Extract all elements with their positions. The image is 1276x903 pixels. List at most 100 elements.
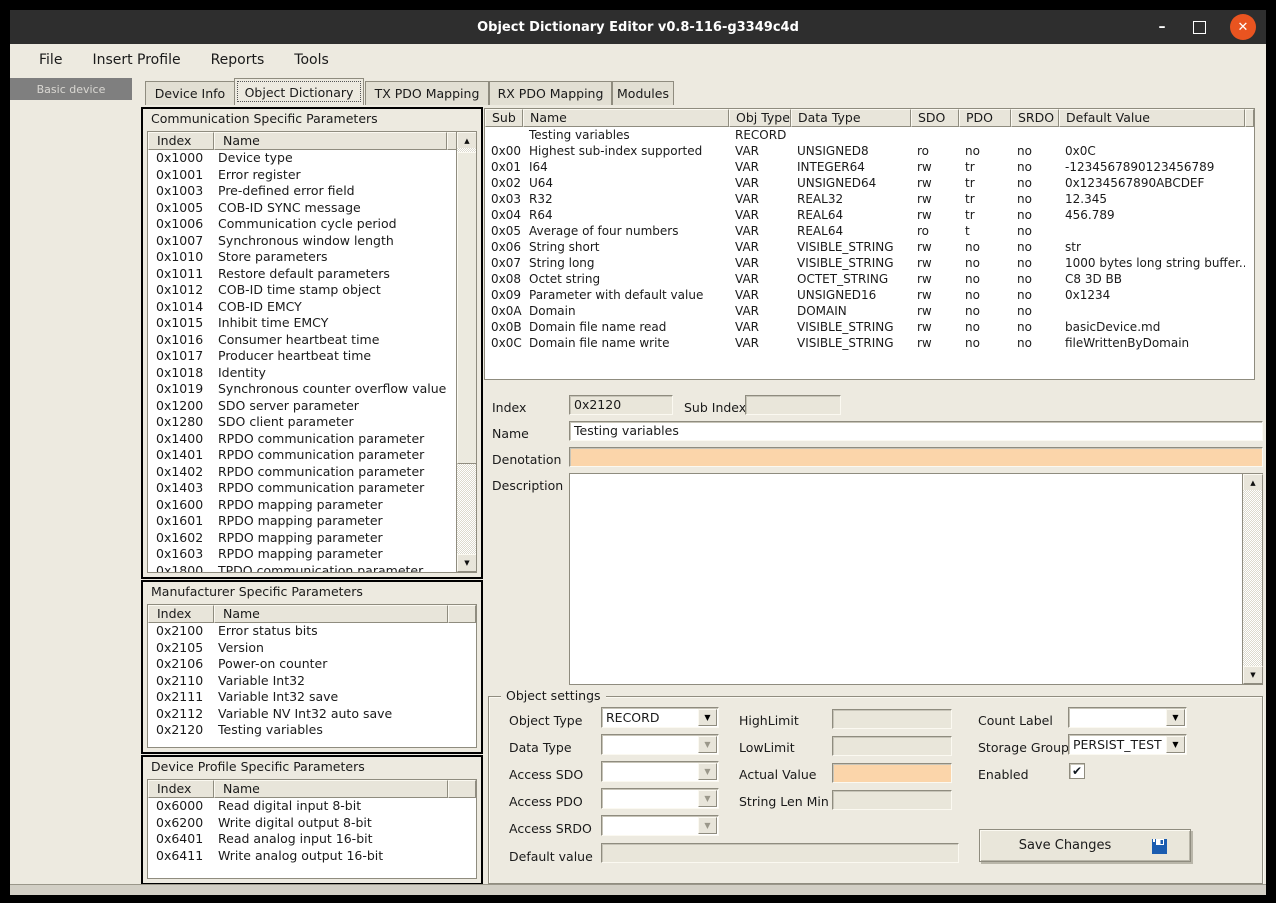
default-value-field[interactable] [601,843,959,863]
list-item[interactable]: 0x2111Variable Int32 save [148,689,476,706]
table-row[interactable]: 0x03R32VARREAL32rwtrno12.345 [485,191,1254,207]
access-srdo-combobox[interactable]: ▼ [601,815,719,836]
list-item[interactable]: 0x1603RPDO mapping parameter [148,546,457,563]
list-item[interactable]: 0x1014COB-ID EMCY [148,299,457,316]
chevron-down-icon[interactable]: ▼ [1166,736,1185,753]
table-row[interactable]: 0x02U64VARUNSIGNED64rwtrno0x1234567890AB… [485,175,1254,191]
list-item[interactable]: 0x1280SDO client parameter [148,414,457,431]
list-item[interactable]: 0x1016Consumer heartbeat time [148,332,457,349]
list-item[interactable]: 0x1011Restore default parameters [148,266,457,283]
table-row[interactable]: 0x07String longVARVISIBLE_STRINGrwnono10… [485,255,1254,271]
list-item[interactable]: 0x2106Power-on counter [148,656,476,673]
list-item[interactable]: 0x2112Variable NV Int32 auto save [148,706,476,723]
count-label-combobox[interactable]: ▼ [1068,707,1187,728]
list-item[interactable]: 0x2110Variable Int32 [148,673,476,690]
column-header-index[interactable]: Index [148,780,214,798]
description-scrollbar[interactable]: ▲ ▼ [1242,474,1262,684]
low-limit-field[interactable] [832,736,952,756]
table-row[interactable]: 0x0CDomain file name writeVARVISIBLE_STR… [485,335,1254,351]
list-item[interactable]: 0x2105Version [148,640,476,657]
column-header-sub[interactable]: Sub [485,109,523,127]
column-header-index[interactable]: Index [148,132,214,150]
list-item[interactable]: 0x1007Synchronous window length [148,233,457,250]
tab-object-dictionary[interactable]: Object Dictionary [234,78,364,105]
list-item[interactable]: 0x1010Store parameters [148,249,457,266]
list-item[interactable]: 0x1003Pre-defined error field [148,183,457,200]
enabled-checkbox[interactable]: ✔ [1069,763,1085,779]
list-item[interactable]: 0x1200SDO server parameter [148,398,457,415]
column-header-name[interactable]: Name [214,780,448,798]
list-item[interactable]: 0x6200Write digital output 8-bit [148,815,476,832]
list-item[interactable]: 0x1005COB-ID SYNC message [148,200,457,217]
list-item[interactable]: 0x1015Inhibit time EMCY [148,315,457,332]
list-item[interactable]: 0x2120Testing variables [148,722,476,739]
list-item[interactable]: 0x6401Read analog input 16-bit [148,831,476,848]
object-type-combobox[interactable]: RECORD ▼ [601,707,719,728]
list-item[interactable]: 0x1402RPDO communication parameter [148,464,457,481]
list-item[interactable]: 0x1400RPDO communication parameter [148,431,457,448]
sidebar-item-basic-device[interactable]: Basic device [10,78,132,100]
list-item[interactable]: 0x1601RPDO mapping parameter [148,513,457,530]
table-row[interactable]: 0x09Parameter with default valueVARUNSIG… [485,287,1254,303]
list-item[interactable]: 0x2100Error status bits [148,623,476,640]
storage-group-combobox[interactable]: PERSIST_TEST ▼ [1068,734,1187,755]
column-header-index[interactable]: Index [148,605,214,623]
close-icon[interactable]: ✕ [1230,14,1256,40]
table-row[interactable]: Testing variablesRECORD [485,127,1254,143]
list-item[interactable]: 0x1019Synchronous counter overflow value [148,381,457,398]
string-len-min-field[interactable] [832,790,952,810]
column-header-name[interactable]: Name [214,605,448,623]
table-row[interactable]: 0x08Octet stringVAROCTET_STRINGrwnonoC8 … [485,271,1254,287]
save-changes-button[interactable]: Save Changes [979,829,1191,862]
list-item[interactable]: 0x6000Read digital input 8-bit [148,798,476,815]
list-item[interactable]: 0x1006Communication cycle period [148,216,457,233]
column-header-data-type[interactable]: Data Type [791,109,911,127]
menu-file[interactable]: File [24,48,77,72]
menu-tools[interactable]: Tools [279,48,344,72]
subindex-field[interactable] [745,395,841,415]
table-row[interactable]: 0x0BDomain file name readVARVISIBLE_STRI… [485,319,1254,335]
column-header-default-value[interactable]: Default Value [1059,109,1245,127]
description-field[interactable]: ▲ ▼ [569,473,1263,685]
table-row[interactable]: 0x01I64VARINTEGER64rwtrno-12345678901234… [485,159,1254,175]
index-field[interactable]: 0x2120 [569,395,673,415]
table-row[interactable]: 0x04R64VARREAL64rwtrno456.789 [485,207,1254,223]
actual-value-field[interactable] [832,763,952,783]
table-row[interactable]: 0x0ADomainVARDOMAINrwnono [485,303,1254,319]
scrollbar-thumb[interactable] [457,152,477,464]
table-row[interactable]: 0x05Average of four numbersVARREAL64rotn… [485,223,1254,239]
tab-modules[interactable]: Modules [612,81,674,105]
scroll-down-icon[interactable]: ▼ [457,554,477,572]
menu-insert-profile[interactable]: Insert Profile [77,48,195,72]
column-header-sdo[interactable]: SDO [911,109,959,127]
access-sdo-combobox[interactable]: ▼ [601,761,719,782]
column-header-name[interactable]: Name [523,109,729,127]
column-header-pdo[interactable]: PDO [959,109,1011,127]
column-header-srdo[interactable]: SRDO [1011,109,1059,127]
list-item[interactable]: 0x1001Error register [148,167,457,184]
list-item[interactable]: 0x1403RPDO communication parameter [148,480,457,497]
list-item[interactable]: 0x1017Producer heartbeat time [148,348,457,365]
table-row[interactable]: 0x06String shortVARVISIBLE_STRINGrwnonos… [485,239,1254,255]
list-item[interactable]: 0x1800TPDO communication parameter [148,563,457,574]
list-item[interactable]: 0x1012COB-ID time stamp object [148,282,457,299]
data-type-combobox[interactable]: ▼ [601,734,719,755]
high-limit-field[interactable] [832,709,952,729]
name-field[interactable]: Testing variables [569,421,1263,441]
column-header-name[interactable]: Name [214,132,447,150]
list-item[interactable]: 0x6411Write analog output 16-bit [148,848,476,865]
menu-reports[interactable]: Reports [196,48,280,72]
minimize-icon[interactable]: – [1155,22,1169,32]
maximize-icon[interactable] [1193,21,1206,34]
column-header-obj-type[interactable]: Obj Type [729,109,791,127]
access-pdo-combobox[interactable]: ▼ [601,788,719,809]
denotation-field[interactable] [569,447,1263,467]
table-row[interactable]: 0x00Highest sub-index supportedVARUNSIGN… [485,143,1254,159]
tab-device-info[interactable]: Device Info [145,81,235,105]
scrollbar[interactable]: ▲ ▼ [456,132,476,572]
list-item[interactable]: 0x1602RPDO mapping parameter [148,530,457,547]
list-item[interactable]: 0x1000Device type [148,150,457,167]
scroll-down-icon[interactable]: ▼ [1243,666,1263,684]
tab-rx-pdo-mapping[interactable]: RX PDO Mapping [489,81,612,105]
tab-tx-pdo-mapping[interactable]: TX PDO Mapping [365,81,489,105]
